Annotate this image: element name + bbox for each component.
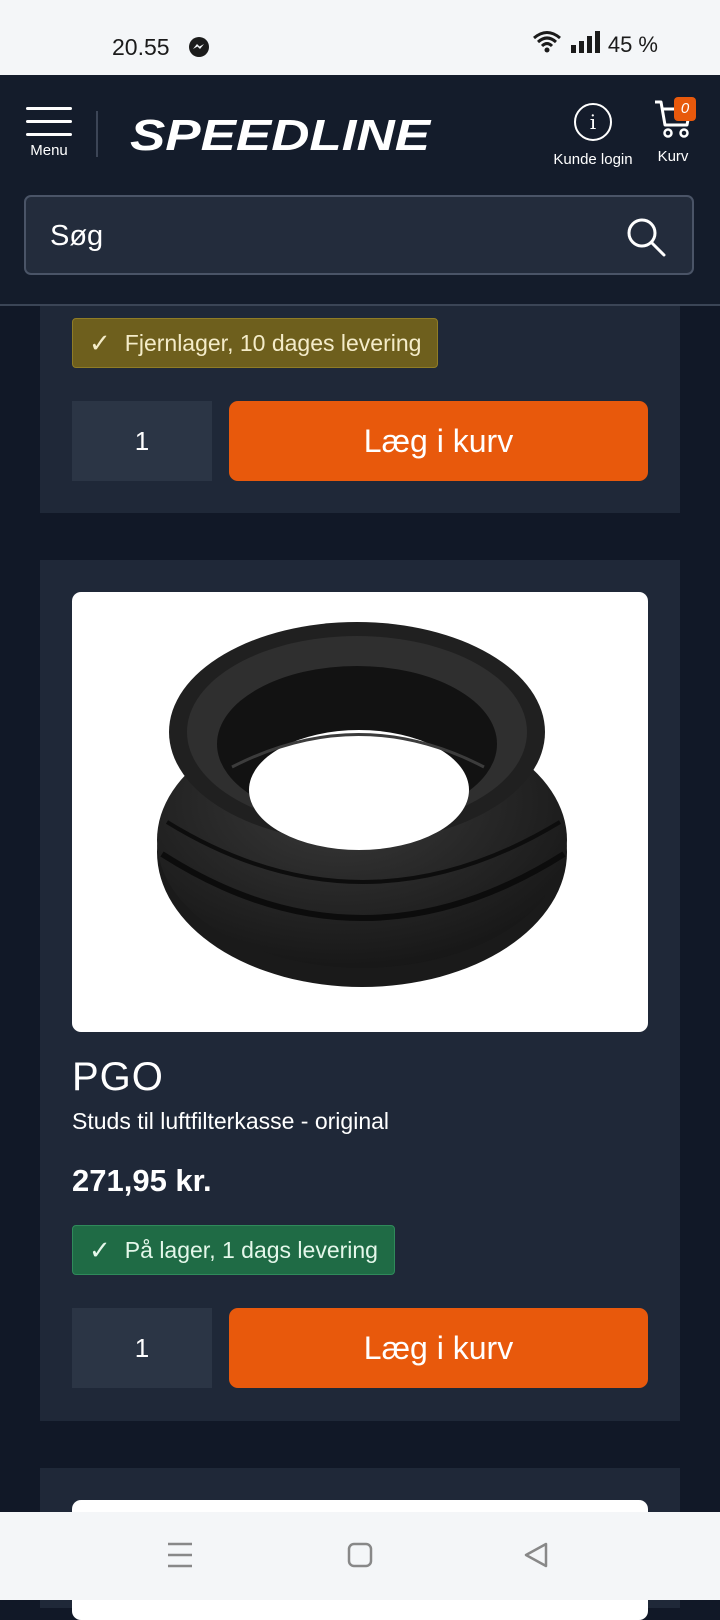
quantity-field[interactable]: 1 [72, 1308, 212, 1388]
system-nav-bar [0, 1512, 720, 1600]
search-bar [24, 195, 694, 275]
product-card: PGO Studs til luftfilterkasse - original… [40, 560, 680, 1421]
battery-text: 45 % [607, 32, 658, 57]
stock-text: På lager, 1 dags levering [124, 1236, 378, 1263]
status-bar: 20.55 45 % [0, 0, 720, 75]
product-description[interactable]: Studs til luftfilterkasse - original [72, 1108, 389, 1135]
status-time: 20.55 [112, 34, 170, 60]
nav-back-icon[interactable] [522, 1540, 550, 1575]
add-to-cart-button[interactable]: Læg i kurv [229, 1308, 648, 1388]
menu-label: Menu [30, 142, 68, 159]
add-to-cart-button[interactable]: Læg i kurv [229, 401, 648, 481]
check-icon: ✓ [89, 1234, 111, 1265]
cart-count-badge: 0 [674, 97, 696, 121]
quantity-field[interactable]: 1 [72, 401, 212, 481]
header-divider [96, 111, 98, 157]
search-input[interactable] [48, 197, 612, 275]
nav-home-icon[interactable] [346, 1540, 374, 1575]
product-price: 271,95 kr. [72, 1163, 212, 1198]
info-icon: i [574, 103, 612, 141]
messenger-icon [188, 36, 210, 63]
check-icon: ✓ [89, 327, 111, 358]
menu-icon [26, 107, 72, 136]
customer-login-button[interactable]: i Kunde login [553, 103, 633, 168]
stock-text: Fjernlager, 10 dages levering [124, 329, 422, 356]
speedline-logo[interactable]: SPEEDLINE [126, 111, 436, 163]
cart-button[interactable]: 0 Kurv [648, 97, 698, 165]
site-header: Menu SPEEDLINE i Kunde login 0 Kurv [0, 75, 720, 306]
search-icon[interactable] [626, 217, 666, 262]
login-label: Kunde login [553, 151, 633, 168]
product-card: ✓ Fjernlager, 10 dages levering 1 Læg i … [40, 306, 680, 513]
nav-recents-icon[interactable] [166, 1540, 194, 1575]
logo-text: SPEEDLINE [130, 112, 432, 158]
menu-button[interactable]: Menu [26, 107, 72, 159]
wifi-icon [532, 30, 562, 60]
product-image[interactable] [72, 592, 648, 1032]
product-brand[interactable]: PGO [72, 1055, 164, 1100]
cart-icon [653, 100, 693, 143]
signal-icon [570, 31, 600, 59]
stock-badge: ✓ På lager, 1 dags levering [72, 1225, 395, 1275]
cart-label: Kurv [657, 148, 689, 165]
stock-badge: ✓ Fjernlager, 10 dages levering [72, 318, 439, 368]
